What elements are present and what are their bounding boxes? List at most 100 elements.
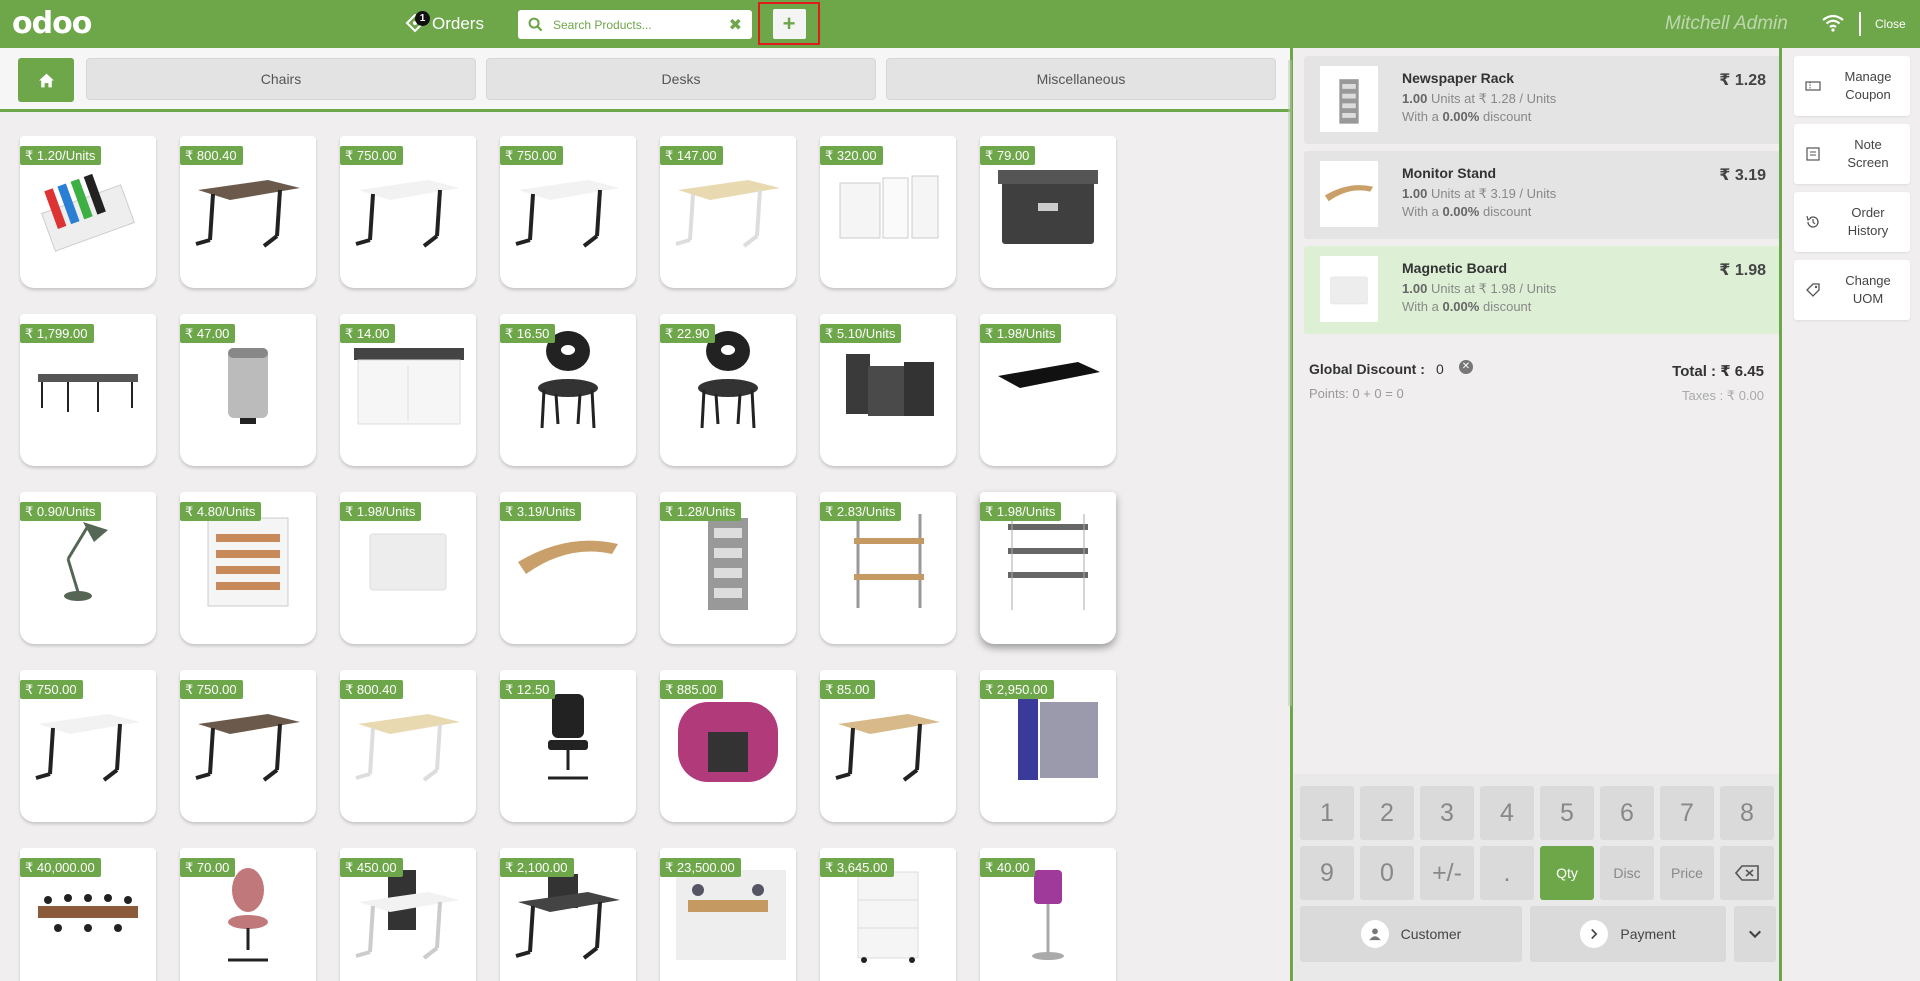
numpad-key-6[interactable]: 6: [1600, 786, 1654, 840]
home-icon: [38, 73, 54, 87]
product-tile[interactable]: ₹ 40,000.00: [20, 848, 156, 981]
numpad-key-decimal[interactable]: .: [1480, 846, 1534, 900]
note-screen-button[interactable]: Note Screen: [1794, 124, 1910, 184]
numpad-key-1[interactable]: 1: [1300, 786, 1354, 840]
orderline-discount-post: discount: [1482, 109, 1532, 124]
clear-search-icon[interactable]: ✖: [729, 15, 742, 35]
product-tile[interactable]: ₹ 3,645.00: [820, 848, 956, 981]
product-tile[interactable]: ₹ 750.00: [340, 136, 476, 288]
category-chairs[interactable]: Chairs: [86, 58, 476, 100]
numpad-key-3[interactable]: 3: [1420, 786, 1474, 840]
backspace-key[interactable]: [1720, 846, 1774, 900]
loyalty-points: Points: 0 + 0 = 0: [1309, 386, 1404, 401]
orderline-discount-info: With a 0.00% discount: [1402, 204, 1531, 219]
control-buttons-pane: Manage Coupon Note Screen Order History …: [1782, 48, 1920, 981]
product-tile[interactable]: ₹ 79.00: [980, 136, 1116, 288]
new-order-button[interactable]: +: [772, 8, 806, 39]
product-tile[interactable]: ₹ 70.00: [180, 848, 316, 981]
more-actions-button[interactable]: [1734, 906, 1776, 962]
product-price-tag: ₹ 70.00: [180, 858, 236, 877]
customer-button[interactable]: Customer: [1300, 906, 1522, 962]
numpad-key-qty[interactable]: Qty: [1540, 846, 1594, 900]
product-tile[interactable]: ₹ 22.90: [660, 314, 796, 466]
order-total: Total : ₹ 6.45: [1672, 363, 1764, 380]
change-uom-button[interactable]: Change UOM: [1794, 260, 1910, 320]
manage-coupon-button[interactable]: Manage Coupon: [1794, 56, 1910, 116]
history-icon: [1806, 215, 1819, 228]
numpad-key-0[interactable]: 0: [1360, 846, 1414, 900]
product-tile[interactable]: ₹ 320.00: [820, 136, 956, 288]
search-products-input[interactable]: [553, 17, 729, 32]
product-tile[interactable]: ₹ 85.00: [820, 670, 956, 822]
product-tile[interactable]: ₹ 800.40: [340, 670, 476, 822]
global-discount-value: 0: [1436, 361, 1444, 377]
product-tile[interactable]: ₹ 3.19/Units: [500, 492, 636, 644]
product-price-tag: ₹ 1,799.00: [20, 324, 94, 343]
product-tile[interactable]: ₹ 1.98/Units: [980, 314, 1116, 466]
product-price-tag: ₹ 23,500.00: [660, 858, 741, 877]
change-uom-label: Change UOM: [1845, 273, 1891, 306]
product-tile[interactable]: ₹ 47.00: [180, 314, 316, 466]
numpad-key-8[interactable]: 8: [1720, 786, 1774, 840]
numpad-key-2[interactable]: 2: [1360, 786, 1414, 840]
category-desks[interactable]: Desks: [486, 58, 876, 100]
product-tile[interactable]: ₹ 2.83/Units: [820, 492, 956, 644]
product-tile[interactable]: ₹ 5.10/Units: [820, 314, 956, 466]
orderline-discount-post: discount: [1482, 299, 1532, 314]
orderline-quantity-info: 1.00 Units at ₹ 1.28 / Units: [1402, 91, 1556, 107]
product-tile[interactable]: ₹ 1.20/Units: [20, 136, 156, 288]
product-tile[interactable]: ₹ 450.00: [340, 848, 476, 981]
products-scrollbar[interactable]: [1288, 60, 1292, 706]
product-price-tag: ₹ 750.00: [180, 680, 243, 699]
order-history-button[interactable]: Order History: [1794, 192, 1910, 252]
numpad-key-9[interactable]: 9: [1300, 846, 1354, 900]
product-tile[interactable]: ₹ 40.00: [980, 848, 1116, 981]
product-tile[interactable]: ₹ 2,950.00: [980, 670, 1116, 822]
product-tile[interactable]: ₹ 750.00: [180, 670, 316, 822]
category-miscellaneous[interactable]: Miscellaneous: [886, 58, 1276, 100]
orderline[interactable]: Newspaper Rack 1.00 Units at ₹ 1.28 / Un…: [1304, 56, 1780, 144]
product-tile[interactable]: ₹ 147.00: [660, 136, 796, 288]
orderline-qty: 1.00: [1402, 91, 1428, 106]
product-price-tag: ₹ 4.80/Units: [180, 502, 262, 521]
product-tile[interactable]: ₹ 885.00: [660, 670, 796, 822]
product-tile[interactable]: ₹ 800.40: [180, 136, 316, 288]
product-price-tag: ₹ 750.00: [20, 680, 83, 699]
numpad-key-7[interactable]: 7: [1660, 786, 1714, 840]
payment-button[interactable]: Payment: [1530, 906, 1726, 962]
numpad-key-5[interactable]: 5: [1540, 786, 1594, 840]
product-tile[interactable]: ₹ 1.98/Units: [980, 492, 1116, 644]
numpad-key-plus-minus[interactable]: +/-: [1420, 846, 1474, 900]
product-tile[interactable]: ₹ 4.80/Units: [180, 492, 316, 644]
tag-icon: [1806, 283, 1820, 297]
search-products-box[interactable]: ✖: [518, 10, 752, 39]
product-tile[interactable]: ₹ 750.00: [20, 670, 156, 822]
orderline-image: [1320, 66, 1378, 132]
close-button[interactable]: Close: [1875, 17, 1906, 31]
orderline-product-name: Magnetic Board: [1402, 260, 1508, 276]
product-tile[interactable]: ₹ 750.00: [500, 136, 636, 288]
product-tile[interactable]: ₹ 12.50: [500, 670, 636, 822]
product-tile[interactable]: ₹ 14.00: [340, 314, 476, 466]
product-tile[interactable]: ₹ 2,100.00: [500, 848, 636, 981]
numpad-key-4[interactable]: 4: [1480, 786, 1534, 840]
orderline-qty: 1.00: [1402, 281, 1428, 296]
product-tile[interactable]: ₹ 1,799.00: [20, 314, 156, 466]
product-tile[interactable]: ₹ 0.90/Units: [20, 492, 156, 644]
product-tile[interactable]: ₹ 23,500.00: [660, 848, 796, 981]
orderline[interactable]: Monitor Stand 1.00 Units at ₹ 3.19 / Uni…: [1304, 151, 1780, 239]
note-icon: [1806, 147, 1820, 161]
product-tile[interactable]: ₹ 1.28/Units: [660, 492, 796, 644]
remove-discount-icon[interactable]: ✕: [1459, 360, 1473, 374]
orderline[interactable]: Magnetic Board 1.00 Units at ₹ 1.98 / Un…: [1304, 246, 1780, 334]
numpad-key-disc[interactable]: Disc: [1600, 846, 1654, 900]
cashier-name[interactable]: Mitchell Admin: [1665, 13, 1788, 35]
orders-button[interactable]: 1 Orders: [404, 10, 484, 38]
product-tile[interactable]: ₹ 1.98/Units: [340, 492, 476, 644]
product-tile[interactable]: ₹ 16.50: [500, 314, 636, 466]
numpad-key-price[interactable]: Price: [1660, 846, 1714, 900]
product-price-tag: ₹ 22.90: [660, 324, 716, 343]
home-category-button[interactable]: [18, 58, 74, 102]
odoo-logo: odoo: [12, 6, 92, 41]
product-price-tag: ₹ 16.50: [500, 324, 556, 343]
